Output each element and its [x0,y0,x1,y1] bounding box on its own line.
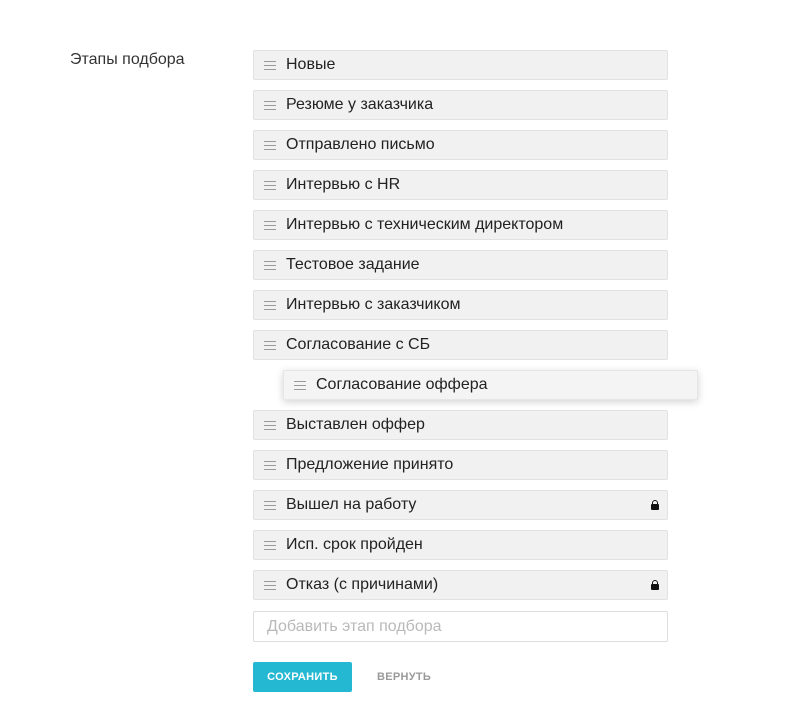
drag-handle-icon[interactable] [264,580,276,590]
stage-row[interactable]: Тестовое задание [253,250,668,280]
stage-label: Предложение принято [286,456,454,473]
stage-row[interactable]: Интервью с HR [253,170,668,200]
stage-label: Отправлено письмо [286,136,435,153]
stage-row[interactable]: Интервью с заказчиком [253,290,668,320]
stage-label: Отказ (с причинами) [286,576,439,593]
stage-row-dragging[interactable]: Согласование оффера [283,370,698,400]
drag-handle-icon[interactable] [264,140,276,150]
stage-label: Новые [286,56,336,73]
stages-list: Новые Резюме у заказчика Отправлено пись… [253,50,698,610]
stage-label: Согласование оффера [316,376,488,393]
drag-handle-icon[interactable] [294,380,306,390]
drag-handle-icon[interactable] [264,60,276,70]
drag-handle-icon[interactable] [264,300,276,310]
stage-row[interactable]: Интервью с техническим директором [253,210,668,240]
stage-label: Резюме у заказчика [286,96,434,113]
drag-handle-icon[interactable] [264,500,276,510]
stage-row[interactable]: Выставлен оффер [253,410,668,440]
save-button[interactable]: СОХРАНИТЬ [253,662,352,692]
lock-icon [651,580,659,590]
stage-label: Вышел на работу [286,496,417,513]
drag-handle-icon[interactable] [264,260,276,270]
stage-label: Интервью с заказчиком [286,296,461,313]
drag-handle-icon[interactable] [264,540,276,550]
drag-handle-icon[interactable] [264,220,276,230]
stage-row[interactable]: Согласование с СБ [253,330,668,360]
stage-row[interactable]: Резюме у заказчика [253,90,668,120]
drag-handle-icon[interactable] [264,460,276,470]
stage-label: Исп. срок пройден [286,536,423,553]
stage-label: Согласование с СБ [286,336,431,353]
stage-row[interactable]: Исп. срок пройден [253,530,668,560]
add-stage-input[interactable] [253,611,668,642]
drag-handle-icon[interactable] [264,340,276,350]
stage-row-locked[interactable]: Отказ (с причинами) [253,570,668,600]
stage-label: Интервью с HR [286,176,401,193]
lock-icon [651,500,659,510]
drag-handle-icon[interactable] [264,100,276,110]
revert-button[interactable]: ВЕРНУТЬ [366,662,442,692]
stages-field-label: Этапы подбора [70,51,185,68]
stage-row[interactable]: Новые [253,50,668,80]
stage-label: Интервью с техническим директором [286,216,564,233]
stage-row-locked[interactable]: Вышел на работу [253,490,668,520]
stage-row[interactable]: Отправлено письмо [253,130,668,160]
stage-row[interactable]: Предложение принято [253,450,668,480]
drag-handle-icon[interactable] [264,180,276,190]
drag-handle-icon[interactable] [264,420,276,430]
stage-label: Выставлен оффер [286,416,425,433]
stage-label: Тестовое задание [286,256,420,273]
